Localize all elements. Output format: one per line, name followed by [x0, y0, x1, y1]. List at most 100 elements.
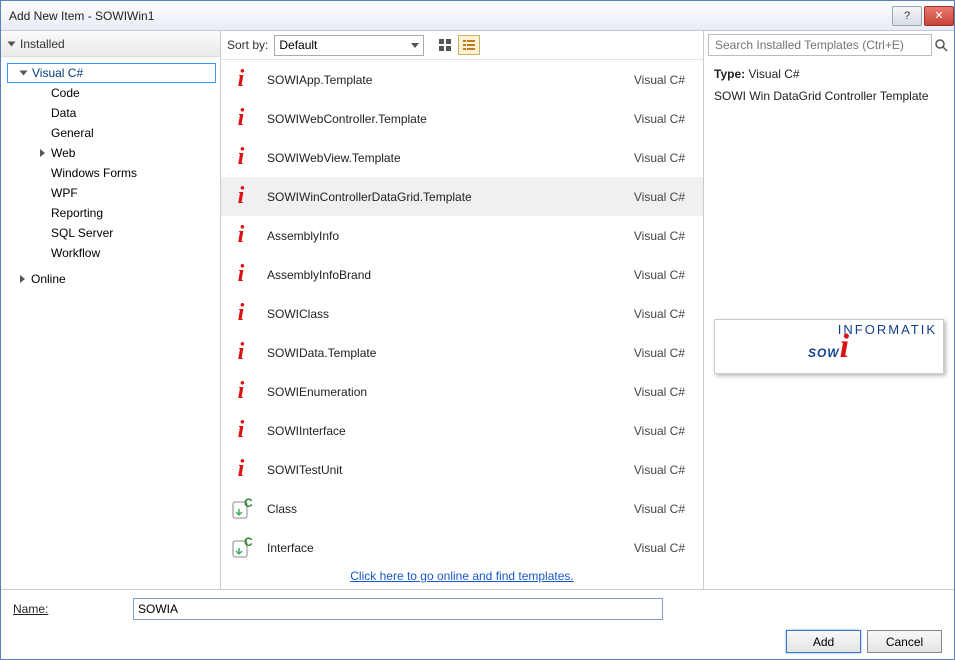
- details-panel: Type: Visual C# SOWI Win DataGrid Contro…: [704, 59, 954, 119]
- search-input[interactable]: [713, 37, 927, 53]
- view-grid-button[interactable]: [434, 35, 456, 55]
- search-input-wrapper[interactable]: [708, 34, 932, 56]
- template-name: SOWIWebView.Template: [255, 151, 634, 165]
- chevron-down-icon: [20, 69, 32, 77]
- sort-dropdown[interactable]: Default: [274, 35, 424, 56]
- template-name: AssemblyInfoBrand: [255, 268, 634, 282]
- view-list-button[interactable]: [458, 35, 480, 55]
- tree-item-wpf[interactable]: WPF: [7, 183, 216, 203]
- search-icon[interactable]: [932, 38, 950, 52]
- online-templates-link[interactable]: Click here to go online and find templat…: [350, 569, 573, 583]
- dialog-window: Add New Item - SOWIWin1 ? ✕ Installed Vi…: [0, 0, 955, 660]
- sort-value: Default: [279, 38, 317, 52]
- info-swirl-icon: i: [227, 183, 255, 210]
- info-swirl-icon: i: [227, 144, 255, 171]
- info-swirl-icon: i: [227, 105, 255, 132]
- details-type-value: Visual C#: [748, 67, 799, 81]
- name-input[interactable]: [133, 598, 663, 620]
- template-lang: Visual C#: [634, 73, 689, 87]
- close-button[interactable]: ✕: [924, 6, 954, 26]
- template-item[interactable]: iSOWIClassVisual C#: [221, 294, 703, 333]
- help-button[interactable]: ?: [892, 6, 922, 26]
- details-description: SOWI Win DataGrid Controller Template: [714, 89, 944, 103]
- csharp-file-icon: C#: [227, 498, 255, 520]
- template-item[interactable]: iSOWIEnumerationVisual C#: [221, 372, 703, 411]
- template-name: SOWIWinControllerDataGrid.Template: [255, 190, 634, 204]
- template-lang: Visual C#: [634, 424, 689, 438]
- tree-item-workflow[interactable]: Workflow: [7, 243, 216, 263]
- center-panel: Sort by: Default iSOWIApp.TemplateVisual…: [221, 31, 704, 589]
- grid-icon: [438, 38, 452, 52]
- logo-tag: INFORMATIK: [838, 322, 937, 337]
- template-item[interactable]: iSOWIWinControllerDataGrid.TemplateVisua…: [221, 177, 703, 216]
- info-swirl-icon: i: [227, 339, 255, 366]
- bottom-bar: Name: Add Cancel: [1, 589, 954, 659]
- tree-label: Online: [31, 272, 66, 286]
- list-icon: [462, 38, 476, 52]
- template-list[interactable]: iSOWIApp.TemplateVisual C#iSOWIWebContro…: [221, 59, 703, 563]
- svg-text:C#: C#: [244, 498, 252, 510]
- add-button[interactable]: Add: [786, 630, 861, 653]
- tree-label: Workflow: [51, 246, 100, 260]
- tree: Visual C# Code Data General Web Windows …: [1, 57, 220, 589]
- template-lang: Visual C#: [634, 502, 689, 516]
- template-name: SOWITestUnit: [255, 463, 634, 477]
- template-item[interactable]: iSOWIWebView.TemplateVisual C#: [221, 138, 703, 177]
- sidebar-header-label: Installed: [20, 37, 65, 51]
- template-item[interactable]: iSOWIWebController.TemplateVisual C#: [221, 99, 703, 138]
- tree-item-data[interactable]: Data: [7, 103, 216, 123]
- cancel-button[interactable]: Cancel: [867, 630, 942, 653]
- search-row: [704, 31, 954, 59]
- tree-item-online[interactable]: Online: [7, 269, 216, 289]
- view-buttons: [434, 35, 480, 55]
- window-title: Add New Item - SOWIWin1: [9, 9, 890, 23]
- tree-label: Windows Forms: [51, 166, 137, 180]
- chevron-down-icon: [411, 43, 419, 48]
- template-item[interactable]: iSOWITestUnitVisual C#: [221, 450, 703, 489]
- template-item[interactable]: C#ClassVisual C#: [221, 489, 703, 528]
- tree-label: WPF: [51, 186, 78, 200]
- sidebar: Installed Visual C# Code Data General We…: [1, 31, 221, 589]
- template-lang: Visual C#: [634, 151, 689, 165]
- template-lang: Visual C#: [634, 112, 689, 126]
- tree-item-reporting[interactable]: Reporting: [7, 203, 216, 223]
- tree-label: Reporting: [51, 206, 103, 220]
- template-lang: Visual C#: [634, 190, 689, 204]
- tree-label: Visual C#: [32, 66, 83, 80]
- info-swirl-icon: i: [227, 456, 255, 483]
- tree-item-web[interactable]: Web: [7, 143, 216, 163]
- sidebar-header[interactable]: Installed: [1, 31, 220, 57]
- tree-item-winforms[interactable]: Windows Forms: [7, 163, 216, 183]
- template-item[interactable]: iSOWIApp.TemplateVisual C#: [221, 60, 703, 99]
- tree-item-visual-csharp[interactable]: Visual C#: [7, 63, 216, 83]
- csharp-file-icon: C#: [227, 537, 255, 559]
- info-swirl-icon: i: [227, 378, 255, 405]
- right-panel: Type: Visual C# SOWI Win DataGrid Contro…: [704, 31, 954, 589]
- template-name: SOWIData.Template: [255, 346, 634, 360]
- tree-label: SQL Server: [51, 226, 113, 240]
- tree-item-sqlserver[interactable]: SQL Server: [7, 223, 216, 243]
- sort-label: Sort by:: [227, 38, 268, 52]
- name-row: Name:: [13, 598, 942, 620]
- template-lang: Visual C#: [634, 229, 689, 243]
- template-lang: Visual C#: [634, 463, 689, 477]
- template-name: AssemblyInfo: [255, 229, 634, 243]
- button-row: Add Cancel: [13, 630, 942, 653]
- template-item[interactable]: iAssemblyInfoBrandVisual C#: [221, 255, 703, 294]
- dialog-body: Installed Visual C# Code Data General We…: [1, 31, 954, 589]
- template-name: SOWIClass: [255, 307, 634, 321]
- template-name: Interface: [255, 541, 634, 555]
- template-item[interactable]: iAssemblyInfoVisual C#: [221, 216, 703, 255]
- template-lang: Visual C#: [634, 541, 689, 555]
- tree-item-code[interactable]: Code: [7, 83, 216, 103]
- tree-item-general[interactable]: General: [7, 123, 216, 143]
- template-name: SOWIEnumeration: [255, 385, 634, 399]
- template-item[interactable]: iSOWIData.TemplateVisual C#: [221, 333, 703, 372]
- details-type-label: Type:: [714, 67, 745, 81]
- template-item[interactable]: C#InterfaceVisual C#: [221, 528, 703, 563]
- template-lang: Visual C#: [634, 307, 689, 321]
- template-item[interactable]: iSOWIInterfaceVisual C#: [221, 411, 703, 450]
- titlebar-buttons: ? ✕: [890, 6, 954, 26]
- template-lang: Visual C#: [634, 268, 689, 282]
- svg-text:C#: C#: [244, 537, 252, 549]
